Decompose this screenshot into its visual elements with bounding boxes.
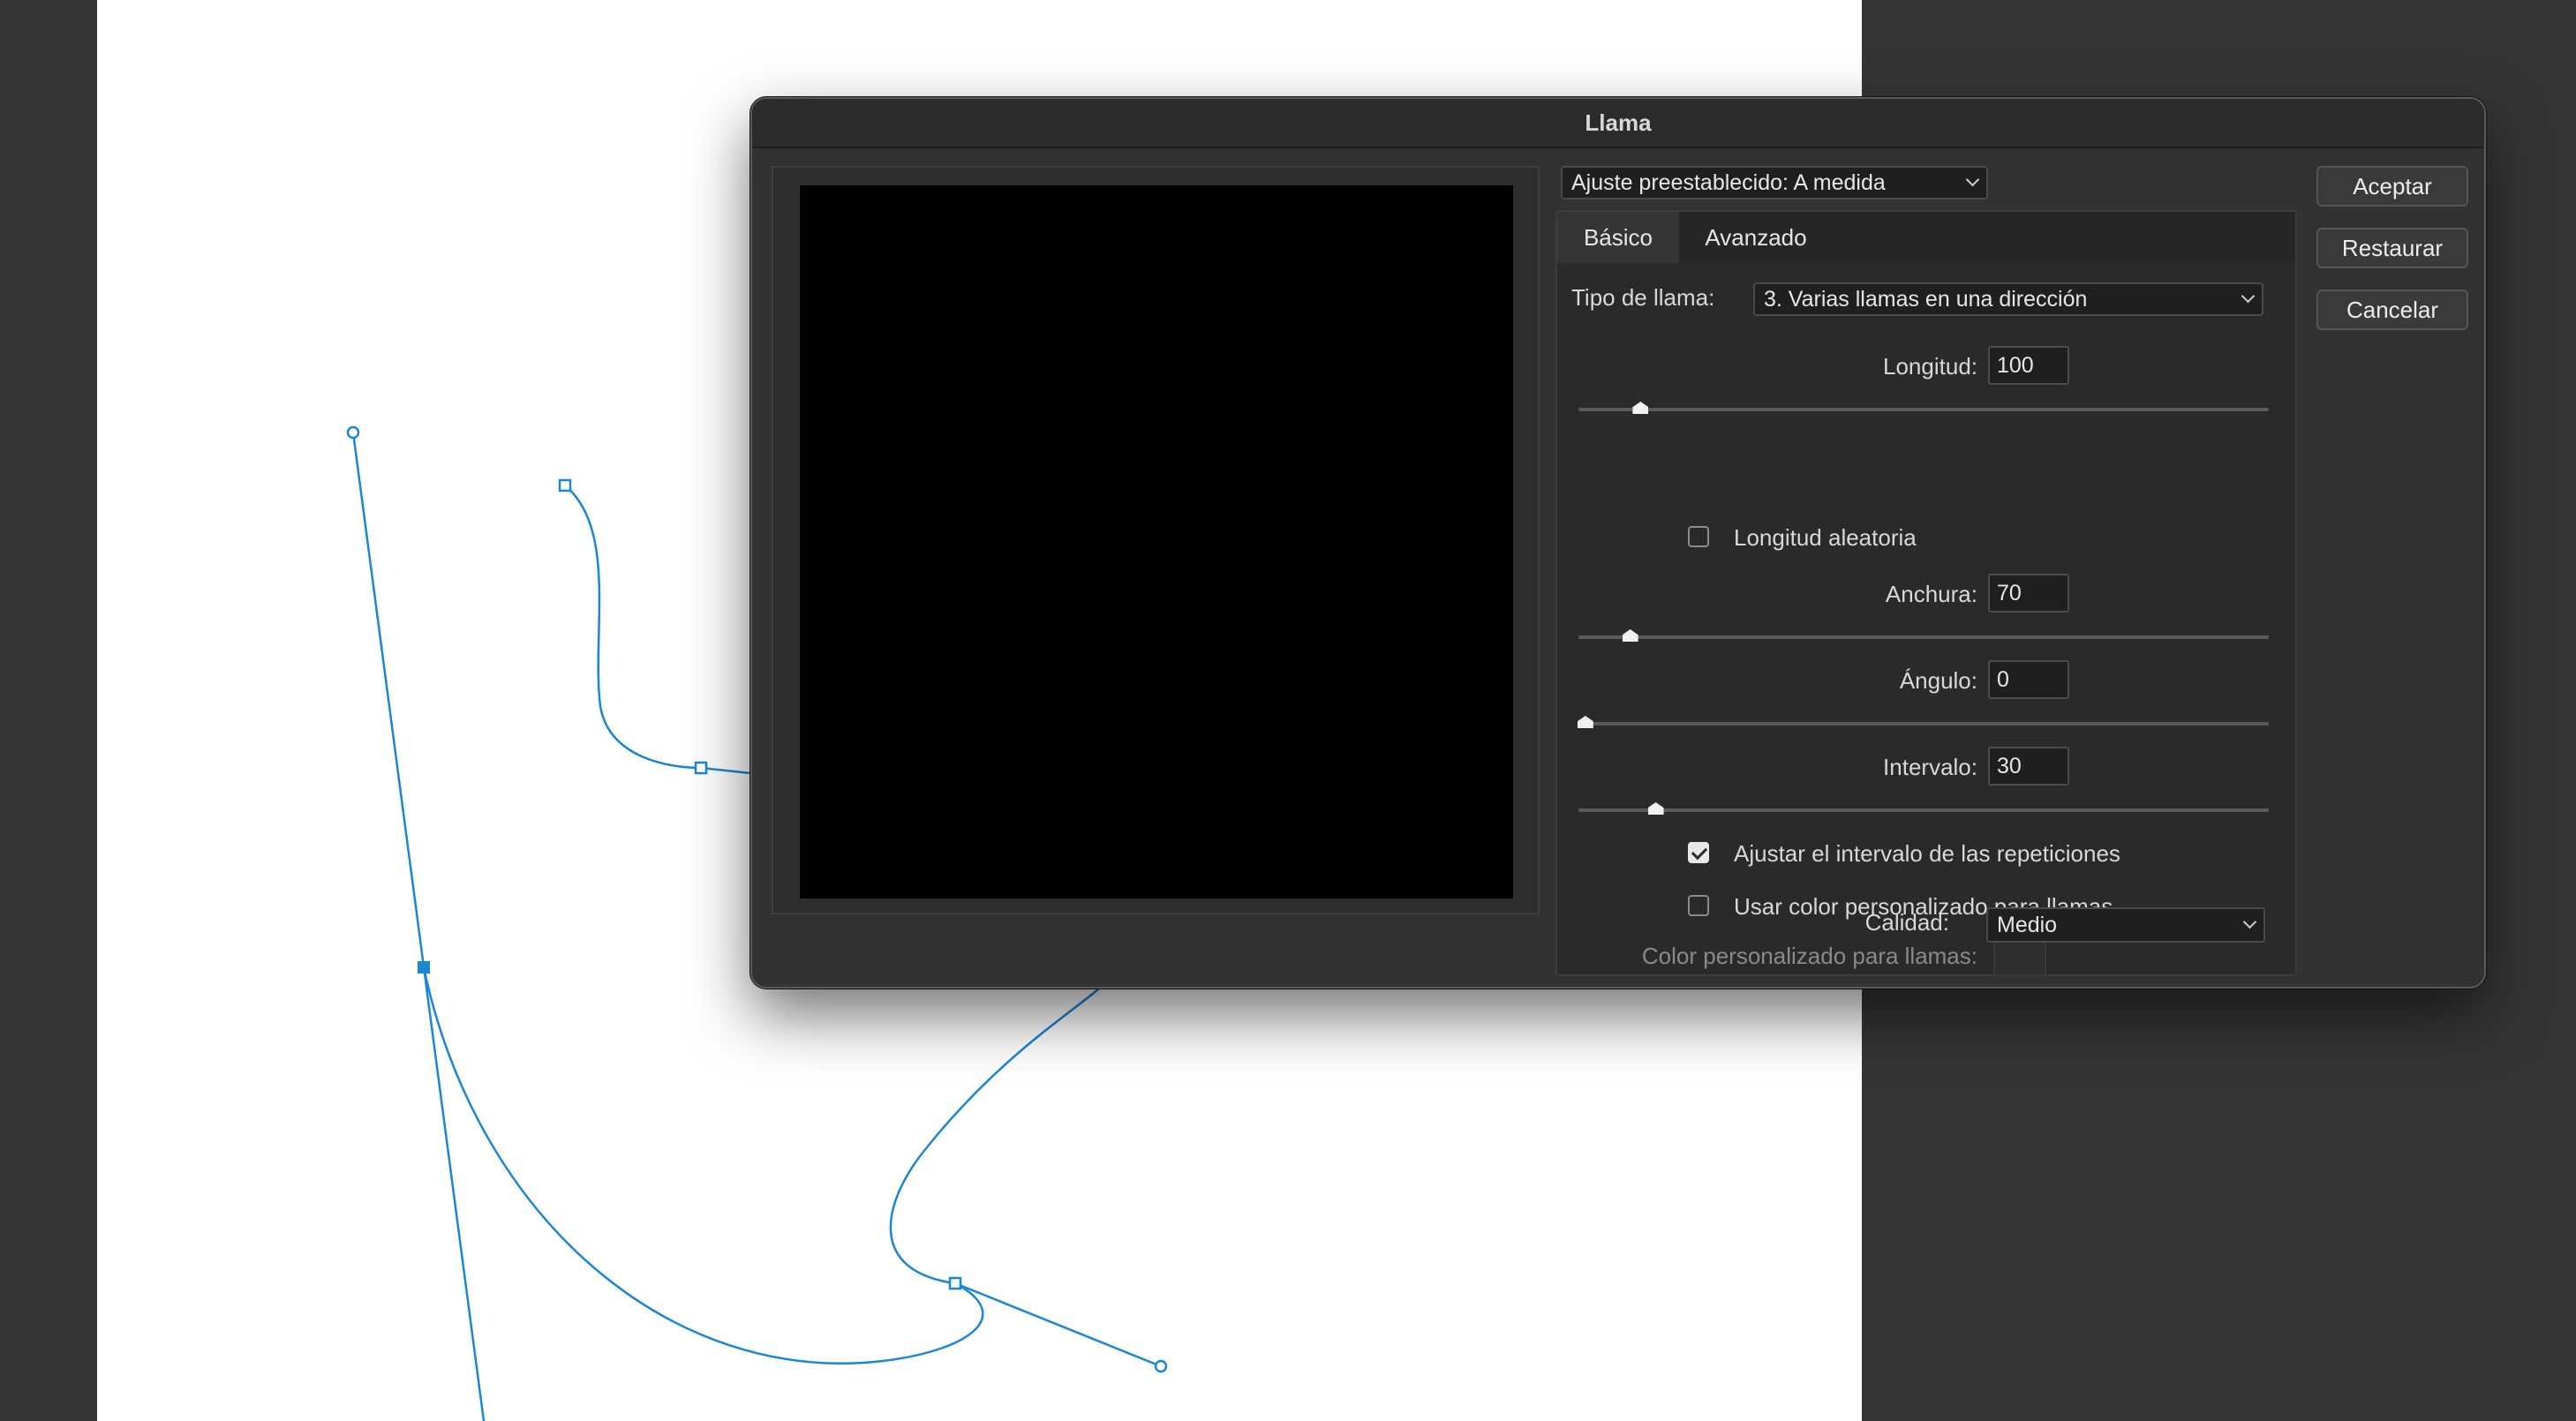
preset-select-value: Ajuste preestablecido: A medida	[1571, 169, 1886, 195]
length-label: Longitud:	[1883, 353, 1977, 380]
width-label: Anchura:	[1885, 581, 1977, 607]
width-slider-thumb[interactable]	[1622, 629, 1638, 642]
quality-select[interactable]: Medio	[1986, 907, 2265, 943]
flame-type-label: Tipo de llama:	[1571, 284, 1715, 311]
interval-input[interactable]: 30	[1988, 747, 2069, 786]
interval-label: Intervalo:	[1883, 754, 1977, 780]
preview-frame	[772, 166, 1540, 914]
dialog-title: Llama	[752, 99, 2484, 148]
custom-color-field-label: Color personalizado para llamas:	[1641, 943, 1977, 969]
tab-avanzado[interactable]: Avanzado	[1679, 212, 1833, 263]
path-anchor-point-selected	[418, 961, 430, 974]
tabs-panel: Básico Avanzado Tipo de llama: 3. Varias…	[1555, 210, 2297, 976]
path-handle-point	[1154, 1359, 1168, 1373]
length-slider[interactable]	[1578, 402, 2269, 414]
flame-preview[interactable]	[800, 185, 1513, 898]
chevron-down-icon	[2242, 914, 2257, 929]
length-input[interactable]: 100	[1988, 346, 2069, 385]
ok-button[interactable]: Aceptar	[2316, 166, 2468, 207]
chevron-down-icon	[1965, 172, 1980, 187]
custom-color-checkbox[interactable]	[1688, 895, 1709, 916]
path-segment-straight	[351, 432, 486, 1421]
adjust-interval-label: Ajustar el intervalo de las repeticiones	[1734, 840, 2120, 867]
random-length-checkbox[interactable]	[1688, 526, 1709, 547]
preset-select[interactable]: Ajuste preestablecido: A medida	[1561, 166, 1988, 199]
path-segment-curve-b	[700, 766, 751, 775]
flame-dialog: Llama Ajuste preestablecido: A medida Bá…	[750, 97, 2486, 989]
quality-select-value: Medio	[1997, 912, 2058, 937]
path-segment-curve-a	[564, 485, 702, 770]
path-anchor-point	[558, 478, 572, 492]
path-handle-point	[346, 425, 360, 440]
path-segment-curve-c	[422, 966, 984, 1365]
width-slider[interactable]	[1578, 629, 2269, 642]
tab-basico[interactable]: Básico	[1557, 212, 1679, 263]
chevron-down-icon	[2241, 289, 2256, 304]
quality-label: Calidad:	[1864, 909, 1949, 936]
path-anchor-point	[694, 761, 708, 775]
path-segment-handle	[954, 1282, 1162, 1368]
flame-type-select[interactable]: 3. Varias llamas en una dirección	[1753, 282, 2263, 316]
path-anchor-point	[948, 1276, 962, 1290]
cancel-button[interactable]: Cancelar	[2316, 289, 2468, 330]
angle-label: Ángulo:	[1899, 667, 1977, 694]
random-length-label: Longitud aleatoria	[1734, 524, 1917, 551]
angle-slider[interactable]	[1577, 716, 2269, 728]
angle-slider-thumb[interactable]	[1577, 716, 1593, 728]
reset-button[interactable]: Restaurar	[2316, 228, 2468, 268]
tab-bar: Básico Avanzado	[1557, 212, 2295, 263]
width-input[interactable]: 70	[1988, 574, 2069, 613]
interval-slider-thumb[interactable]	[1647, 802, 1664, 815]
length-slider-thumb[interactable]	[1632, 402, 1649, 414]
angle-input[interactable]: 0	[1988, 660, 2069, 699]
path-segment-curve-d	[889, 988, 1100, 1285]
flame-type-value: 3. Varias llamas en una dirección	[1764, 286, 2088, 312]
adjust-interval-checkbox[interactable]	[1688, 842, 1709, 863]
interval-slider[interactable]	[1578, 802, 2269, 815]
